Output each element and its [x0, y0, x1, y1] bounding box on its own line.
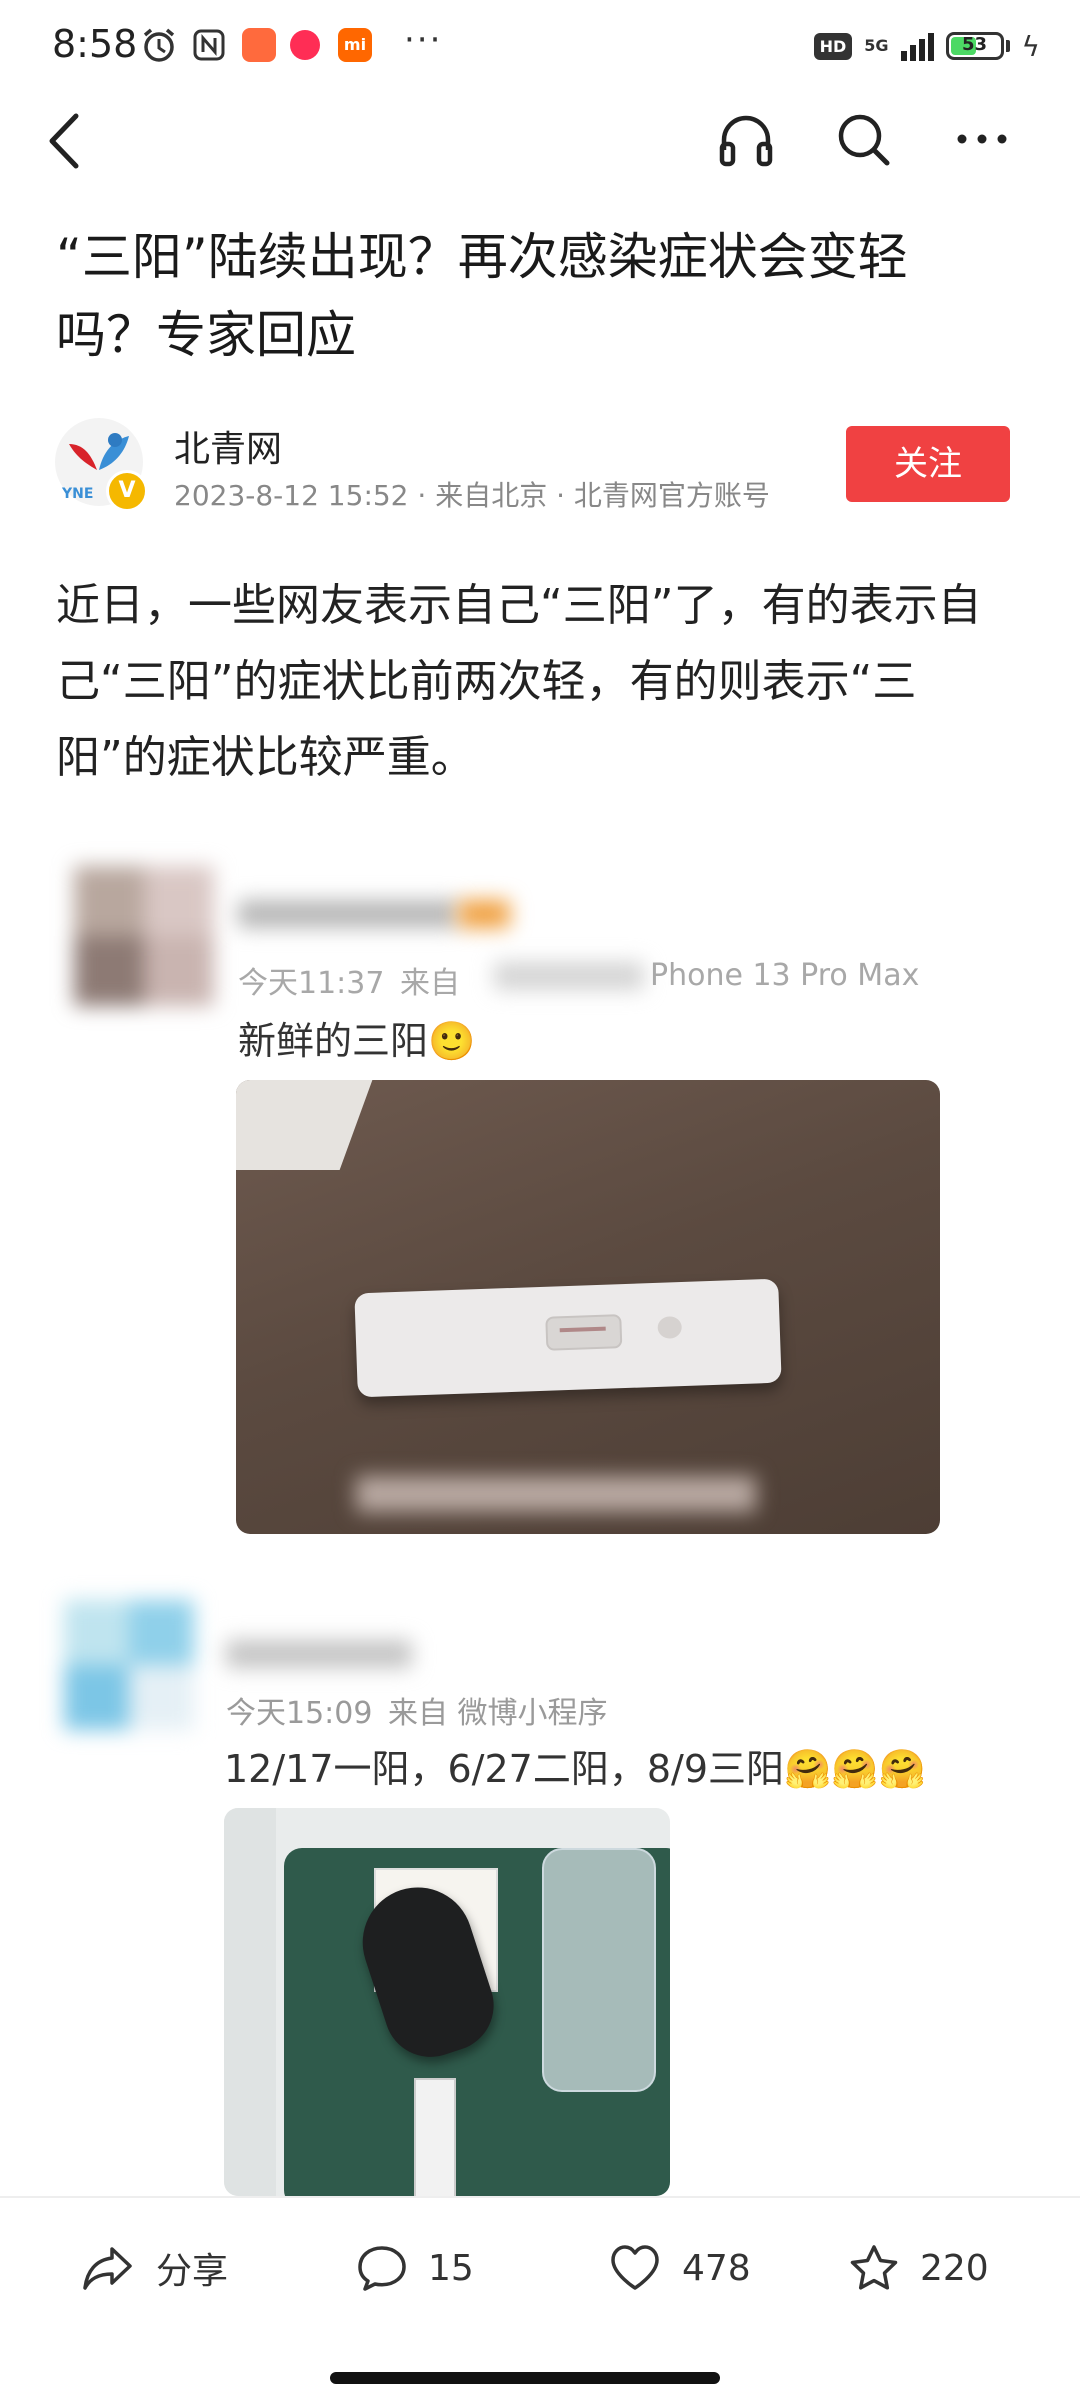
battery-icon: 53 — [945, 32, 1004, 60]
like-button[interactable]: 478 — [608, 2238, 751, 2298]
test-kit-photo[interactable] — [236, 1080, 940, 1534]
laptop-edge — [224, 1808, 276, 2196]
embedded-post-1: 今天11:37 来自 Phone 13 Pro Max 新鲜的三阳🙂 — [0, 846, 1080, 1566]
status-bar: 8:58 mi ··· HD 5G 53 ϟ — [0, 0, 1080, 96]
article-intro: 近日，一些网友表示自己“三阳”了，有的表示自己“三阳”的症状比前两次轻，有的则表… — [56, 580, 982, 783]
network-type: 5G — [864, 36, 889, 55]
blurred-username — [238, 900, 458, 928]
post-source-label: 来自 — [400, 966, 460, 1001]
post-time: 今天15:09 — [226, 1696, 373, 1731]
status-time: 8:58 — [52, 22, 138, 66]
status-right: HD 5G 53 ϟ — [813, 26, 1040, 66]
post-source: 来自 微博小程序 — [388, 1696, 608, 1731]
comment-count: 15 — [428, 2247, 474, 2289]
comment-icon — [358, 2246, 406, 2291]
smile-emoji-icon: 🙂 — [428, 1019, 476, 1063]
share-button[interactable]: 分享 — [80, 2238, 228, 2298]
bottom-action-bar: 分享 15 478 220 — [0, 2196, 1080, 2348]
hug-emoji-icon: 🤗🤗🤗 — [784, 1747, 926, 1791]
favorite-count: 220 — [920, 2247, 989, 2289]
more-notifications-icon: ··· — [404, 20, 443, 60]
mi-app-icon: mi — [338, 28, 372, 62]
antigen-test-cassette — [354, 1278, 782, 1398]
post-text: 12/17一阳，6/27二阳，8/9三阳🤗🤗🤗 — [224, 1747, 926, 1791]
back-icon[interactable] — [44, 110, 84, 172]
star-icon — [850, 2245, 898, 2290]
favorite-button[interactable]: 220 — [848, 2238, 989, 2298]
post-text: 新鲜的三阳🙂 — [238, 1019, 476, 1063]
music-app-icon — [290, 30, 320, 60]
article-title: “三阳”陆续出现？再次感染症状会变轻吗？专家回应 — [56, 228, 908, 364]
heart-icon — [611, 2245, 659, 2290]
signal-icon — [900, 31, 934, 61]
like-count: 478 — [682, 2247, 751, 2289]
search-icon[interactable] — [834, 110, 894, 170]
avatar-text: YNE — [62, 486, 94, 502]
share-icon — [83, 2247, 132, 2290]
home-indicator[interactable] — [330, 2372, 720, 2384]
desk-photo[interactable] — [224, 1808, 670, 2196]
alarm-icon — [143, 28, 175, 62]
embedded-post-2: 今天15:09 来自 微博小程序 12/17一阳，6/27二阳，8/9三阳🤗🤗🤗 — [0, 1590, 1080, 2196]
hd-badge: HD — [813, 32, 853, 60]
sample-well — [657, 1316, 683, 1339]
charging-icon: ϟ — [1021, 29, 1040, 63]
shop-app-icon — [242, 28, 276, 62]
test-line — [559, 1326, 606, 1333]
verified-badge: V — [106, 470, 148, 512]
blurred-watermark — [356, 1476, 756, 1512]
blurred-avatar — [64, 1600, 194, 1730]
follow-button[interactable]: 关注 — [846, 426, 1010, 502]
top-nav — [0, 96, 1080, 186]
more-icon[interactable] — [952, 124, 1012, 154]
water-glass — [542, 1848, 656, 2092]
blurred-badge — [458, 900, 510, 928]
publish-meta: 2023-8-12 15:52 · 来自北京 · 北青网官方账号 — [174, 479, 770, 512]
share-label: 分享 — [156, 2251, 229, 2292]
blurred-username — [226, 1640, 412, 1668]
blurred-source — [494, 962, 644, 990]
headphones-icon[interactable] — [716, 110, 776, 170]
paper-corner — [236, 1080, 373, 1170]
author-name[interactable]: 北青网 — [174, 420, 282, 472]
test-strip — [414, 2078, 456, 2196]
comment-button[interactable]: 15 — [356, 2238, 474, 2298]
post-time: 今天11:37 — [238, 966, 385, 1001]
blurred-avatar — [74, 866, 214, 1006]
nfc-icon — [193, 29, 225, 61]
test-window — [545, 1314, 623, 1351]
post-device: Phone 13 Pro Max — [650, 958, 920, 993]
